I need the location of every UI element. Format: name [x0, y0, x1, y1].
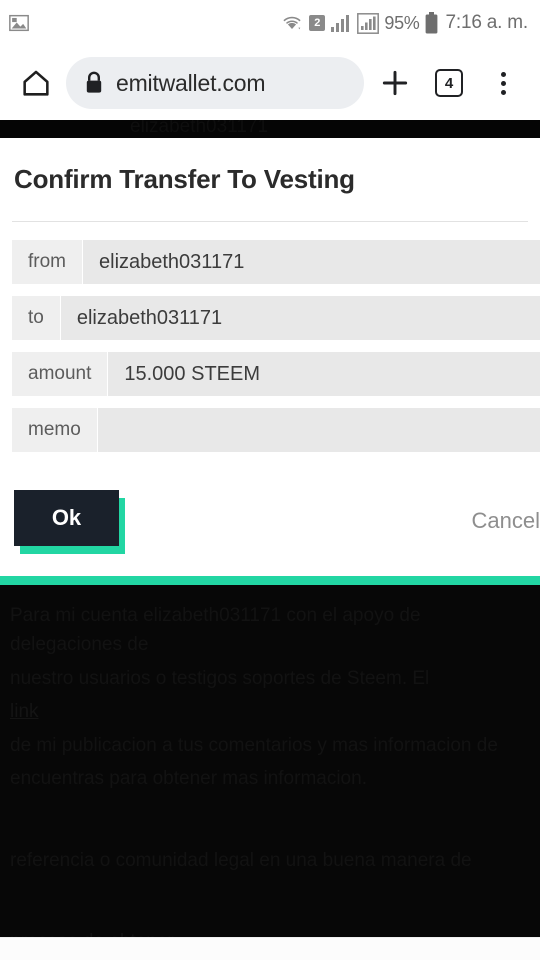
title-divider: [12, 221, 528, 222]
android-nav-bar: [0, 937, 540, 960]
field-value-memo: [97, 408, 540, 452]
tab-count-badge: 4: [435, 69, 463, 97]
field-row-to: to elizabeth031171: [12, 296, 540, 340]
dark-text-line: encuentras para obtener mas informacion.: [10, 768, 367, 790]
home-square-icon: [254, 956, 286, 960]
web-page: elizabeth031171 Confirm Transfer To Vest…: [0, 120, 540, 937]
dark-text-line: Para mi cuenta elizabeth031171 con el ap…: [10, 605, 426, 656]
dark-spacer: [10, 798, 530, 822]
image-icon: [8, 12, 30, 34]
confirm-transfer-dialog: Confirm Transfer To Vesting from elizabe…: [0, 138, 540, 576]
signal-bars-boxed-icon: [357, 12, 380, 34]
dark-spacer: [10, 822, 530, 846]
field-row-from: from elizabeth031171: [12, 240, 540, 284]
dialog-actions: Ok Cancel: [12, 480, 540, 576]
dark-spacer: [10, 903, 530, 927]
browser-toolbar: emitwallet.com 4: [0, 46, 540, 120]
field-label: amount: [12, 352, 109, 396]
field-label: to: [12, 296, 61, 340]
status-bar: 2 95% 7:16 a. m.: [0, 0, 540, 46]
battery-icon: [425, 12, 438, 34]
dark-text-line: nuestro usuarios o testigos soportes de …: [10, 667, 430, 689]
accent-rule: [0, 576, 540, 585]
dark-text-link[interactable]: link: [10, 697, 530, 726]
battery-percent: 95%: [384, 12, 420, 33]
status-bar-clock: 7:16 a. m.: [445, 12, 529, 33]
page-top-strip: elizabeth031171: [0, 120, 540, 138]
cancel-button[interactable]: Cancel: [472, 508, 540, 534]
dark-text-line: proceso de obtener: [10, 927, 530, 937]
dark-text-line: referencia o comunidad legal en una buen…: [10, 849, 472, 871]
back-arrow-icon: [433, 955, 467, 960]
ok-button-wrapper: Ok: [14, 490, 125, 554]
browser-menu-button[interactable]: [480, 60, 526, 106]
field-label: from: [12, 240, 83, 284]
recents-icon: [73, 955, 107, 960]
field-row-memo: memo: [12, 408, 540, 452]
field-value-to: elizabeth031171: [60, 296, 540, 340]
plus-icon: [379, 67, 411, 99]
recents-button[interactable]: [45, 938, 135, 960]
ok-button[interactable]: Ok: [14, 490, 119, 546]
overflow-menu-icon: [500, 71, 506, 95]
page-top-strip-text: elizabeth031171: [130, 120, 269, 137]
signal-bars-icon: [330, 13, 352, 33]
dark-spacer: [10, 879, 530, 903]
page-title: Confirm Transfer To Vesting: [14, 164, 355, 194]
dark-content-section: Para mi cuenta elizabeth031171 con el ap…: [0, 585, 540, 937]
field-value-amount: 15.000 STEEM: [108, 352, 540, 396]
field-row-amount: amount 15.000 STEEM: [12, 352, 540, 396]
lock-icon: [84, 71, 104, 95]
status-bar-notifications: [8, 12, 30, 34]
field-label: memo: [12, 408, 98, 452]
address-bar-url[interactable]: emitwallet.com: [116, 70, 265, 97]
wifi-icon: [280, 12, 304, 34]
back-button[interactable]: [405, 938, 495, 960]
home-icon: [19, 66, 53, 100]
home-button[interactable]: [225, 938, 315, 960]
status-bar-indicators: 2 95% 7:16 a. m.: [280, 12, 528, 34]
sim-badge: 2: [309, 15, 326, 31]
field-value-from: elizabeth031171: [83, 240, 540, 284]
dark-text-line: de mi publicacion a tus comentarios y ma…: [10, 734, 498, 756]
tab-switcher-button[interactable]: 4: [426, 60, 472, 106]
address-bar[interactable]: emitwallet.com: [66, 57, 364, 109]
new-tab-button[interactable]: [372, 60, 418, 106]
home-button[interactable]: [14, 66, 58, 100]
